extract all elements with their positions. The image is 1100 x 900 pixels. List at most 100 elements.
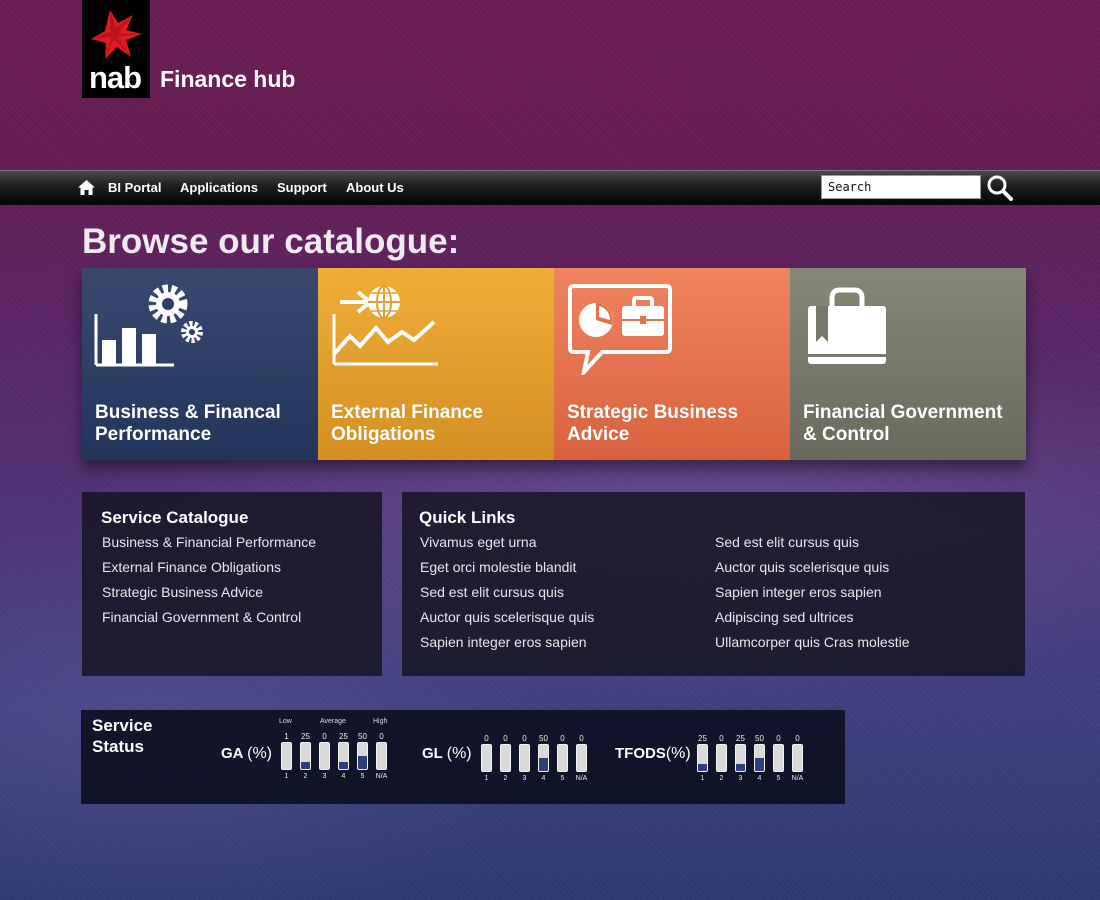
gauge-value-label: 50	[358, 732, 367, 741]
gauge-value-label: 25	[339, 732, 348, 741]
service-catalogue-panel: Service Catalogue Business & Financial P…	[82, 492, 382, 676]
nab-logo[interactable]: nab	[82, 0, 150, 98]
gauge-index-label: 4	[757, 775, 762, 782]
metric-unit: (%)	[247, 745, 273, 762]
nav-applications[interactable]: Applications	[180, 180, 258, 195]
chart-gears-icon	[94, 284, 203, 367]
gauge-fill	[698, 764, 707, 771]
service-catalogue-link[interactable]: Business & Financial Performance	[102, 530, 316, 555]
gauge-bar	[376, 742, 387, 770]
gauge-index-label: 3	[522, 775, 527, 782]
service-status-title: Service Status	[92, 715, 153, 757]
metric-label-gl: GL (%)	[422, 745, 472, 763]
legend-high: High	[373, 718, 388, 725]
quick-link[interactable]: Vivamus eget urna	[420, 530, 594, 555]
briefcase-chat-icon	[568, 284, 672, 375]
service-catalogue-link[interactable]: External Finance Obligations	[102, 555, 316, 580]
nab-star-icon	[91, 10, 142, 59]
gauge-fill	[301, 762, 310, 769]
gauge-value-label: 0	[776, 734, 781, 743]
service-status-title-line: Status	[92, 737, 144, 756]
metric-name: GA	[221, 745, 243, 762]
gauge-fill	[339, 762, 348, 769]
gauge-index-label: 3	[738, 775, 743, 782]
gauge-index-label: N/A	[575, 775, 588, 782]
gauge-bar	[538, 744, 549, 772]
gauge-index-label: 5	[776, 775, 781, 782]
quick-link[interactable]: Auctor quis scelerisque quis	[420, 605, 594, 630]
metric-label-tfods: TFODS(%)	[615, 745, 691, 763]
legend-average: Average	[320, 718, 346, 725]
gauge-bar	[716, 744, 727, 772]
metric-unit: (%)	[665, 745, 691, 762]
legend-low: Low	[279, 718, 292, 725]
quick-link[interactable]: Auctor quis scelerisque quis	[715, 555, 910, 580]
gauge-value-label: 25	[736, 734, 745, 743]
quick-link[interactable]: Adipiscing sed ultrices	[715, 605, 910, 630]
gauge-bar	[735, 744, 746, 772]
gauge-bar	[792, 744, 803, 772]
gauge-bar	[338, 742, 349, 770]
tile-business-performance[interactable]: Business & Financal Performance	[82, 268, 318, 460]
tile-financial-control[interactable]: Financial Government & Control	[790, 268, 1026, 460]
site-title: Finance hub	[160, 66, 296, 92]
gauge-value-label: 0	[719, 734, 724, 743]
gauge-bar	[500, 744, 511, 772]
logo-text: nab	[89, 60, 142, 95]
quick-links-title: Quick Links	[419, 508, 516, 527]
quick-links-column-1: Vivamus eget urna Eget orci molestie bla…	[420, 530, 594, 655]
gauge-value-label: 0	[484, 734, 489, 743]
gauge-value-label: 0	[503, 734, 508, 743]
gauge-bar	[557, 744, 568, 772]
gauge-fill	[736, 764, 745, 771]
gauge-index-label: 1	[284, 773, 289, 780]
tile-strategic-advice[interactable]: Strategic Business Advice	[554, 268, 790, 460]
gauge-fill	[755, 758, 764, 771]
shopping-bag-icon	[808, 287, 886, 364]
nav-about-us[interactable]: About Us	[346, 180, 404, 195]
nav-bi-portal[interactable]: BI Portal	[108, 180, 161, 195]
tile-external-finance[interactable]: External Finance Obligations	[318, 268, 554, 460]
metric-name: GL	[422, 745, 443, 762]
tile-label: Financial Government & Control	[803, 402, 1003, 445]
nav-support[interactable]: Support	[277, 180, 327, 195]
service-status-title-line: Service	[92, 716, 153, 735]
gauge-bar	[319, 742, 330, 770]
quick-link[interactable]: Sed est elit cursus quis	[420, 580, 594, 605]
service-catalogue-title: Service Catalogue	[101, 508, 249, 527]
home-icon[interactable]	[77, 179, 96, 196]
search-icon[interactable]	[986, 174, 1014, 202]
quick-link[interactable]: Sapien integer eros sapien	[715, 580, 910, 605]
tile-label: External Finance Obligations	[331, 402, 484, 445]
quick-link[interactable]: Sed est elit cursus quis	[715, 530, 910, 555]
browse-title: Browse our catalogue:	[82, 222, 460, 261]
gauge-bar	[481, 744, 492, 772]
gauge-value-label: 25	[301, 732, 310, 741]
search-input[interactable]	[821, 175, 981, 199]
gauge-bar	[773, 744, 784, 772]
gauge-index-label: 1	[700, 775, 705, 782]
gauge-value-label: 0	[579, 734, 584, 743]
service-catalogue-link[interactable]: Strategic Business Advice	[102, 580, 316, 605]
gauge-value-label: 1	[284, 732, 289, 741]
gauge-bar	[697, 744, 708, 772]
gauge-index-label: 2	[303, 773, 308, 780]
gauge-index-label: N/A	[375, 773, 388, 780]
gauge-value-label: 0	[322, 732, 327, 741]
gauge-index-label: N/A	[791, 775, 804, 782]
service-catalogue-list: Business & Financial Performance Externa…	[102, 530, 316, 630]
quick-link[interactable]: Eget orci molestie blandit	[420, 555, 594, 580]
gauge-index-label: 4	[341, 773, 346, 780]
metric-label-ga: GA (%)	[221, 745, 272, 763]
gauge-value-label: 0	[522, 734, 527, 743]
gauge-index-label: 4	[541, 775, 546, 782]
quick-link[interactable]: Sapien integer eros sapien	[420, 630, 594, 655]
service-catalogue-link[interactable]: Financial Government & Control	[102, 605, 316, 630]
gauge-value-label: 0	[560, 734, 565, 743]
gauge-value-label: 0	[795, 734, 800, 743]
gauge-index-label: 2	[503, 775, 508, 782]
quick-link[interactable]: Ullamcorper quis Cras molestie	[715, 630, 910, 655]
gauge-value-label: 50	[539, 734, 548, 743]
gauge-index-label: 2	[719, 775, 724, 782]
gauge-fill	[539, 758, 548, 771]
